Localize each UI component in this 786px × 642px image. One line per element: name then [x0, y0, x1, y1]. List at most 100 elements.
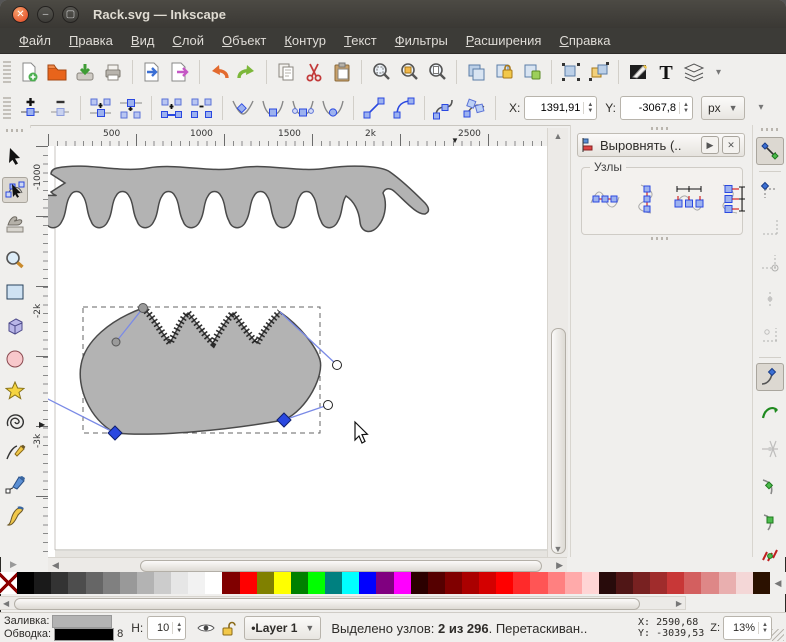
x-spin-arrows[interactable]: ▲▼ — [583, 102, 596, 114]
join-segment-button[interactable] — [157, 95, 187, 121]
horizontal-ruler[interactable]: 500 1000 1500 2k 2500 ▼ — [48, 128, 547, 147]
palette-swatch[interactable] — [530, 572, 547, 594]
dock-grip[interactable] — [651, 237, 669, 240]
window-resize-grip[interactable] — [772, 629, 784, 641]
palette-scroll-thumb[interactable] — [14, 598, 640, 610]
snap-to-paths-button[interactable] — [756, 399, 784, 427]
flatten-bezier-button[interactable] — [460, 95, 490, 121]
node-tool[interactable] — [2, 177, 28, 203]
fill-swatch[interactable] — [52, 615, 112, 628]
palette-swatch[interactable] — [736, 572, 753, 594]
menu-edit[interactable]: Правка — [60, 29, 122, 52]
snap-bbox-centers-button[interactable] — [756, 321, 784, 349]
menu-text[interactable]: Текст — [335, 29, 386, 52]
menu-object[interactable]: Объект — [213, 29, 275, 52]
menu-view[interactable]: Вид — [122, 29, 164, 52]
palette-swatch[interactable] — [86, 572, 103, 594]
toolbar-overflow-chevron[interactable]: ▾ — [759, 102, 764, 113]
scroll-right-arrow[interactable]: ▶ — [556, 560, 563, 571]
copy-button[interactable] — [272, 58, 300, 86]
rectangle-tool[interactable] — [2, 279, 28, 305]
pencil-tool[interactable] — [2, 439, 28, 465]
object-to-path-button[interactable] — [430, 95, 460, 121]
palette-swatch[interactable] — [496, 572, 513, 594]
snap-path-intersections-button[interactable] — [756, 435, 784, 463]
print-button[interactable] — [99, 58, 127, 86]
palette-swatch[interactable] — [599, 572, 616, 594]
palette-swatch[interactable] — [291, 572, 308, 594]
opacity-spin-arrows[interactable]: ▲▼ — [172, 622, 185, 634]
palette-swatch[interactable] — [376, 572, 393, 594]
dock-title-bar[interactable]: Выровнять (.. ▶ ✕ — [577, 133, 745, 157]
horizontal-scrollbar[interactable]: ◀ ▶ — [48, 557, 567, 573]
snap-nodes-button[interactable] — [756, 363, 784, 391]
snap-midpoints-button[interactable] — [756, 541, 784, 569]
menu-file[interactable]: Файл — [10, 29, 60, 52]
palette-swatch[interactable] — [17, 572, 34, 594]
palette-swatch[interactable] — [582, 572, 599, 594]
vertical-ruler[interactable]: -1000 -2k -3k ▶ — [30, 146, 49, 557]
join-nodes-button[interactable] — [86, 95, 116, 121]
toolbar-grip[interactable] — [3, 97, 11, 119]
title-bar[interactable]: ✕ – ▢ Rack.svg — Inkscape — [0, 0, 786, 28]
zoom-selection-button[interactable] — [367, 58, 395, 86]
snapbar-grip[interactable] — [761, 128, 779, 131]
snap-cusp-nodes-button[interactable] — [756, 471, 784, 499]
palette-scroll-arrow[interactable]: ◀ — [3, 599, 9, 608]
layer-visibility-eye-icon[interactable] — [196, 620, 216, 636]
calligraphy-tool[interactable] — [2, 503, 28, 529]
palette-none-swatch[interactable] — [0, 572, 17, 594]
close-button[interactable]: ✕ — [12, 6, 29, 23]
palette-swatch[interactable] — [445, 572, 462, 594]
toolbar-grip[interactable] — [3, 61, 11, 83]
palette-swatch[interactable] — [342, 572, 359, 594]
scroll-left-arrow[interactable]: ◀ — [52, 560, 59, 571]
snap-bbox-button[interactable] — [756, 177, 784, 205]
align-nodes-horizontal-button[interactable] — [588, 180, 622, 218]
dock-grip[interactable] — [651, 127, 669, 130]
paste-button[interactable] — [328, 58, 356, 86]
open-button[interactable] — [43, 58, 71, 86]
rack-shape-top[interactable] — [48, 166, 429, 231]
palette-scrollbar[interactable]: ◀ ▶ — [0, 596, 686, 610]
toolbox-grip[interactable] — [6, 129, 24, 132]
zoom-spin-arrows[interactable]: ▲▼ — [758, 622, 771, 634]
palette-swatch[interactable] — [479, 572, 496, 594]
y-spin-arrows[interactable]: ▲▼ — [679, 102, 692, 114]
palette-swatch[interactable] — [633, 572, 650, 594]
new-document-button[interactable] — [15, 58, 43, 86]
dock-close-button[interactable]: ✕ — [722, 136, 740, 154]
segment-curve-button[interactable] — [389, 95, 419, 121]
palette-scroll-arrow[interactable]: ▶ — [676, 599, 682, 608]
control-handle[interactable] — [324, 401, 333, 410]
import-button[interactable] — [138, 58, 166, 86]
palette-swatch[interactable] — [548, 572, 565, 594]
maximize-button[interactable]: ▢ — [62, 6, 79, 23]
layers-dialog-button[interactable] — [680, 58, 708, 86]
control-handle[interactable] — [112, 338, 120, 346]
export-button[interactable] — [166, 58, 194, 86]
palette-swatch[interactable] — [205, 572, 222, 594]
fill-stroke-dialog-button[interactable] — [624, 58, 652, 86]
distribute-nodes-horizontal-button[interactable] — [672, 180, 706, 218]
snap-enable-button[interactable] — [756, 137, 784, 165]
vertical-scroll-thumb[interactable] — [551, 328, 566, 554]
snap-bbox-edges-button[interactable] — [756, 213, 784, 241]
layer-lock-icon[interactable] — [220, 620, 236, 636]
insert-node-button[interactable] — [15, 95, 45, 121]
dock-menu-button[interactable]: ▶ — [701, 136, 719, 154]
palette-swatch[interactable] — [701, 572, 718, 594]
break-nodes-button[interactable] — [116, 95, 146, 121]
redo-button[interactable] — [233, 58, 261, 86]
palette-swatch[interactable] — [137, 572, 154, 594]
segment-line-button[interactable] — [359, 95, 389, 121]
y-spinbox[interactable]: -3067,8▲▼ — [620, 96, 693, 120]
scroll-down-arrow[interactable]: ▼ — [548, 544, 568, 554]
horizontal-scroll-thumb[interactable] — [140, 560, 542, 572]
snap-smooth-nodes-button[interactable] — [756, 507, 784, 535]
palette-swatch[interactable] — [222, 572, 239, 594]
node-auto-button[interactable] — [318, 95, 348, 121]
node-symmetric-button[interactable] — [288, 95, 318, 121]
menu-help[interactable]: Справка — [550, 29, 619, 52]
palette-swatch[interactable] — [684, 572, 701, 594]
